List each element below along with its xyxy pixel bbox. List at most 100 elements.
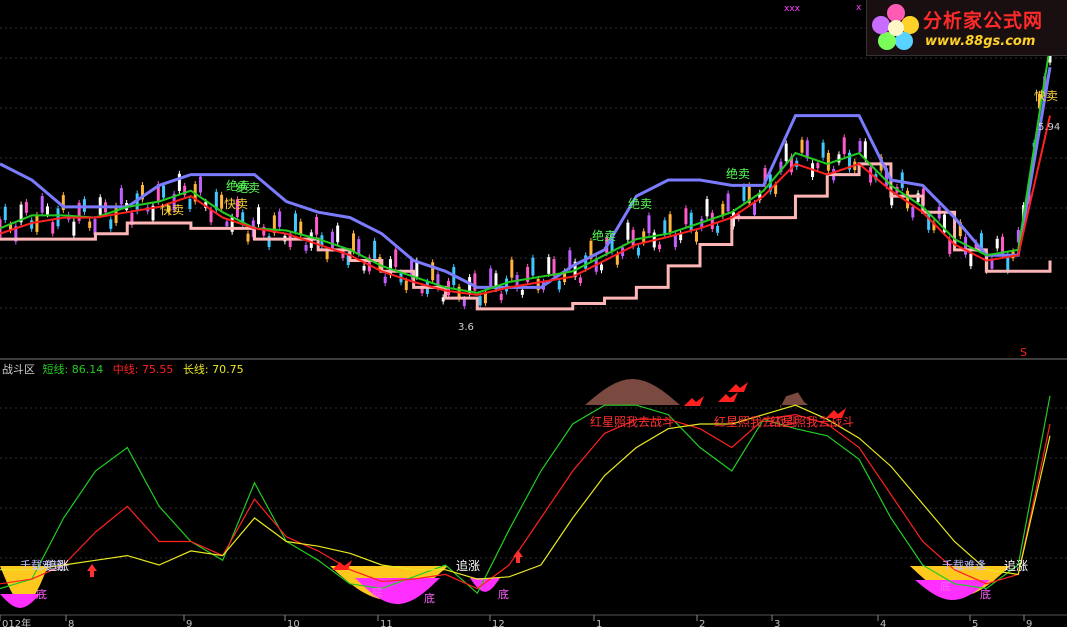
quick-sell-label: 快卖 <box>160 203 184 217</box>
low-mark-label: 底 <box>36 587 47 601</box>
candle <box>383 276 387 284</box>
candle <box>510 259 514 278</box>
candle <box>911 206 915 218</box>
top-fill-brown <box>585 379 680 405</box>
candle <box>520 289 524 295</box>
logo-title: 分析家公式网 <box>923 10 1044 32</box>
must-sell-label: 绝卖 <box>236 180 260 195</box>
bottom-fill-magenta <box>0 594 40 608</box>
xaxis-label: 8 <box>68 619 74 627</box>
xaxis-label: 10 <box>287 619 300 627</box>
candle <box>816 163 820 169</box>
candle <box>431 262 435 281</box>
candle <box>663 220 667 235</box>
ma-short-line <box>0 45 1051 294</box>
flame-icon <box>728 382 748 392</box>
up-arrow-icon <box>87 564 97 577</box>
candle <box>742 186 746 201</box>
candle <box>710 212 714 229</box>
candle <box>658 244 662 250</box>
candle <box>51 222 55 234</box>
candle <box>220 194 224 209</box>
candle <box>88 221 92 228</box>
candle <box>842 137 846 155</box>
candle <box>483 293 487 304</box>
candle <box>330 231 334 249</box>
candle <box>716 225 720 233</box>
candle <box>969 253 973 267</box>
panel-name: 战斗区 <box>2 363 35 376</box>
price-value-label: 3.6 <box>458 322 474 333</box>
candle <box>726 193 730 212</box>
candle <box>72 221 76 236</box>
candle <box>246 233 250 242</box>
candle <box>188 198 192 209</box>
candle <box>24 201 28 213</box>
chart-window: { "logo": { "title": "分析家公式网", "url": "w… <box>0 0 1067 627</box>
low-mark-label: 底 <box>940 579 951 593</box>
xaxis-label: 4 <box>880 619 886 627</box>
candle <box>578 277 582 283</box>
indicator-header: 战斗区 短线: 86.14 中线: 75.55 长线: 70.75 <box>2 361 244 377</box>
candle <box>821 142 825 158</box>
candle <box>863 141 867 160</box>
flame-icon <box>684 396 704 406</box>
candle <box>119 188 123 205</box>
price-candles <box>0 47 1052 310</box>
candle <box>858 140 862 152</box>
candle <box>45 206 49 215</box>
up-arrow-icon <box>513 550 523 563</box>
low-mark-label: 底 <box>498 587 509 601</box>
candle <box>162 185 166 198</box>
xaxis-label: 9 <box>186 619 192 627</box>
mid-value: 75.55 <box>141 363 174 376</box>
candle <box>278 211 282 227</box>
xaxis-label: 012年 <box>2 617 31 627</box>
short-value: 86.14 <box>71 363 104 376</box>
candle <box>557 280 561 290</box>
site-logo: 分析家公式网 www.88gs.com <box>866 0 1067 56</box>
candle <box>462 298 466 307</box>
ma-mid-line <box>0 115 1051 296</box>
candle <box>800 139 804 153</box>
bottom-buy-label: 千载难逢 <box>942 559 986 572</box>
xaxis-label: 3 <box>774 619 780 627</box>
candle <box>394 249 398 267</box>
must-sell-label: 绝卖 <box>628 196 652 211</box>
short-label: 短线: <box>42 363 69 376</box>
candle <box>293 213 297 232</box>
price-value-label: 5.94 <box>1038 122 1060 133</box>
candle <box>626 222 630 240</box>
candle <box>600 264 604 271</box>
candle <box>689 212 693 231</box>
bottom-fill-magenta <box>470 578 500 592</box>
candle <box>109 219 113 229</box>
xaxis-label: 12 <box>492 619 505 627</box>
candle <box>35 214 39 232</box>
candle <box>40 196 44 213</box>
indicator-line-短线 <box>0 395 1051 595</box>
candle <box>547 257 551 274</box>
candle <box>900 172 904 188</box>
xaxis-labels: 012年 8 9 10 11 12 1 2 3 4 5 9 <box>0 615 1032 627</box>
red-star-label: 红星照我去战斗 <box>590 414 674 429</box>
quick-sell-label: 快卖 <box>1034 89 1058 103</box>
chase-label: 追涨 <box>1004 558 1028 573</box>
candle <box>304 245 308 251</box>
xaxis-label: 2 <box>699 619 705 627</box>
top-mark-label: x <box>856 3 862 13</box>
must-sell-label: 绝卖 <box>592 228 616 243</box>
candle <box>753 202 757 215</box>
flame-icon <box>718 392 738 402</box>
quick-sell-label: 快卖 <box>224 197 248 211</box>
long-value: 70.75 <box>212 363 244 376</box>
xaxis-label: 9 <box>1026 619 1032 627</box>
candle <box>352 233 356 252</box>
candle <box>505 278 509 292</box>
candle <box>694 231 698 242</box>
candle <box>30 220 34 229</box>
xaxis-label: 5 <box>972 619 978 627</box>
candle <box>257 207 261 225</box>
candle <box>631 229 635 247</box>
candle <box>784 143 788 161</box>
